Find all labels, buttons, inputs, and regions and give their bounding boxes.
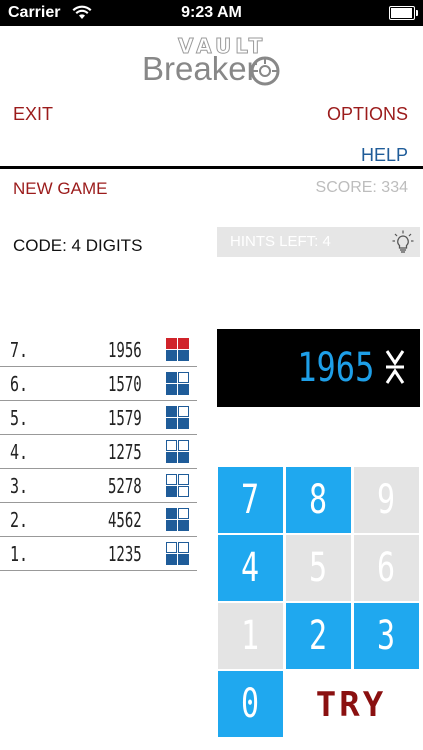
hints-left-label: HINTS LEFT: 4	[230, 233, 331, 250]
match-square-blue	[166, 350, 177, 361]
match-square-blue	[178, 520, 189, 531]
guess-number: 7.	[10, 338, 29, 362]
match-square-empty	[178, 486, 189, 497]
battery-icon	[389, 6, 418, 20]
match-square-blue	[178, 350, 189, 361]
match-square-blue	[166, 384, 177, 395]
match-square-empty	[178, 474, 189, 485]
match-indicator-icon	[166, 372, 189, 395]
new-game-button[interactable]: NEW GAME	[13, 179, 107, 199]
code-length-label: CODE: 4 DIGITS	[13, 236, 143, 255]
match-square-blue	[166, 452, 177, 463]
key-8[interactable]: 8	[286, 467, 351, 533]
match-square-blue	[178, 384, 189, 395]
guess-number: 5.	[10, 406, 29, 430]
code-entry-display: 1965	[217, 329, 420, 407]
match-indicator-icon	[166, 474, 189, 497]
header-divider	[0, 166, 423, 169]
hints-button[interactable]: HINTS LEFT: 4	[217, 227, 420, 257]
match-indicator-icon	[166, 338, 189, 361]
key-0[interactable]: 0	[218, 671, 283, 737]
guess-row: 2. 4562	[0, 503, 197, 537]
match-square-blue	[178, 418, 189, 429]
clear-entry-icon[interactable]	[384, 347, 406, 392]
guess-number: 4.	[10, 440, 29, 464]
key-label: 4	[241, 545, 260, 591]
match-square-empty	[178, 508, 189, 519]
match-square-blue	[166, 486, 177, 497]
guess-code: 1570	[108, 372, 142, 396]
help-button[interactable]: HELP	[361, 145, 408, 166]
guess-row: 4. 1275	[0, 435, 197, 469]
lightbulb-icon	[392, 230, 414, 259]
key-label: 6	[377, 545, 396, 591]
guess-row: 3. 5278	[0, 469, 197, 503]
key-label: 5	[309, 545, 328, 591]
guess-number: 6.	[10, 372, 29, 396]
match-square-blue	[166, 418, 177, 429]
key-label: 2	[309, 613, 328, 659]
guess-code: 1275	[108, 440, 142, 464]
key-label: 8	[309, 477, 328, 523]
guess-number: 2.	[10, 508, 29, 532]
logo-breaker-text: Breaker	[142, 50, 258, 87]
guess-number: 1.	[10, 542, 29, 566]
guess-code: 1579	[108, 406, 142, 430]
key-label: 0	[241, 681, 260, 727]
key-label: 1	[241, 613, 260, 659]
key-1[interactable]: 1	[218, 603, 283, 669]
key-2[interactable]: 2	[286, 603, 351, 669]
match-indicator-icon	[166, 542, 189, 565]
match-square-blue	[166, 372, 177, 383]
match-indicator-icon	[166, 440, 189, 463]
guess-code: 1235	[108, 542, 142, 566]
match-indicator-icon	[166, 508, 189, 531]
match-square-blue	[166, 406, 177, 417]
key-3[interactable]: 3	[354, 603, 419, 669]
match-square-red	[178, 338, 189, 349]
key-4[interactable]: 4	[218, 535, 283, 601]
key-label: 3	[377, 613, 396, 659]
match-square-empty	[178, 406, 189, 417]
options-button[interactable]: OPTIONS	[327, 104, 408, 125]
key-5[interactable]: 5	[286, 535, 351, 601]
guess-number: 3.	[10, 474, 29, 498]
key-label: 7	[241, 477, 260, 523]
key-7[interactable]: 7	[218, 467, 283, 533]
match-indicator-icon	[166, 406, 189, 429]
match-square-blue	[178, 554, 189, 565]
guess-row: 1. 1235	[0, 537, 197, 571]
guess-row: 7. 1956	[0, 333, 197, 367]
guess-code: 5278	[108, 474, 142, 498]
vault-dial-icon	[249, 55, 281, 92]
match-square-empty	[166, 542, 177, 553]
guess-code: 1956	[108, 338, 142, 362]
exit-button[interactable]: EXIT	[13, 104, 53, 125]
match-square-empty	[178, 372, 189, 383]
key-9[interactable]: 9	[354, 467, 419, 533]
guess-row: 6. 1570	[0, 367, 197, 401]
match-square-empty	[166, 440, 177, 451]
match-square-blue	[166, 520, 177, 531]
try-button[interactable]: TRY	[284, 672, 418, 738]
entered-code: 1965	[296, 345, 374, 391]
match-square-empty	[178, 542, 189, 553]
match-square-blue	[178, 452, 189, 463]
status-bar: Carrier 9:23 AM	[0, 0, 423, 26]
score-label: SCORE: 334	[315, 179, 408, 196]
key-6[interactable]: 6	[354, 535, 419, 601]
match-square-empty	[166, 474, 177, 485]
key-label: 9	[377, 477, 396, 523]
match-square-blue	[166, 508, 177, 519]
match-square-blue	[166, 554, 177, 565]
match-square-red	[166, 338, 177, 349]
clock-label: 9:23 AM	[181, 4, 242, 21]
guess-code: 4562	[108, 508, 142, 532]
match-square-empty	[178, 440, 189, 451]
guess-row: 5. 1579	[0, 401, 197, 435]
